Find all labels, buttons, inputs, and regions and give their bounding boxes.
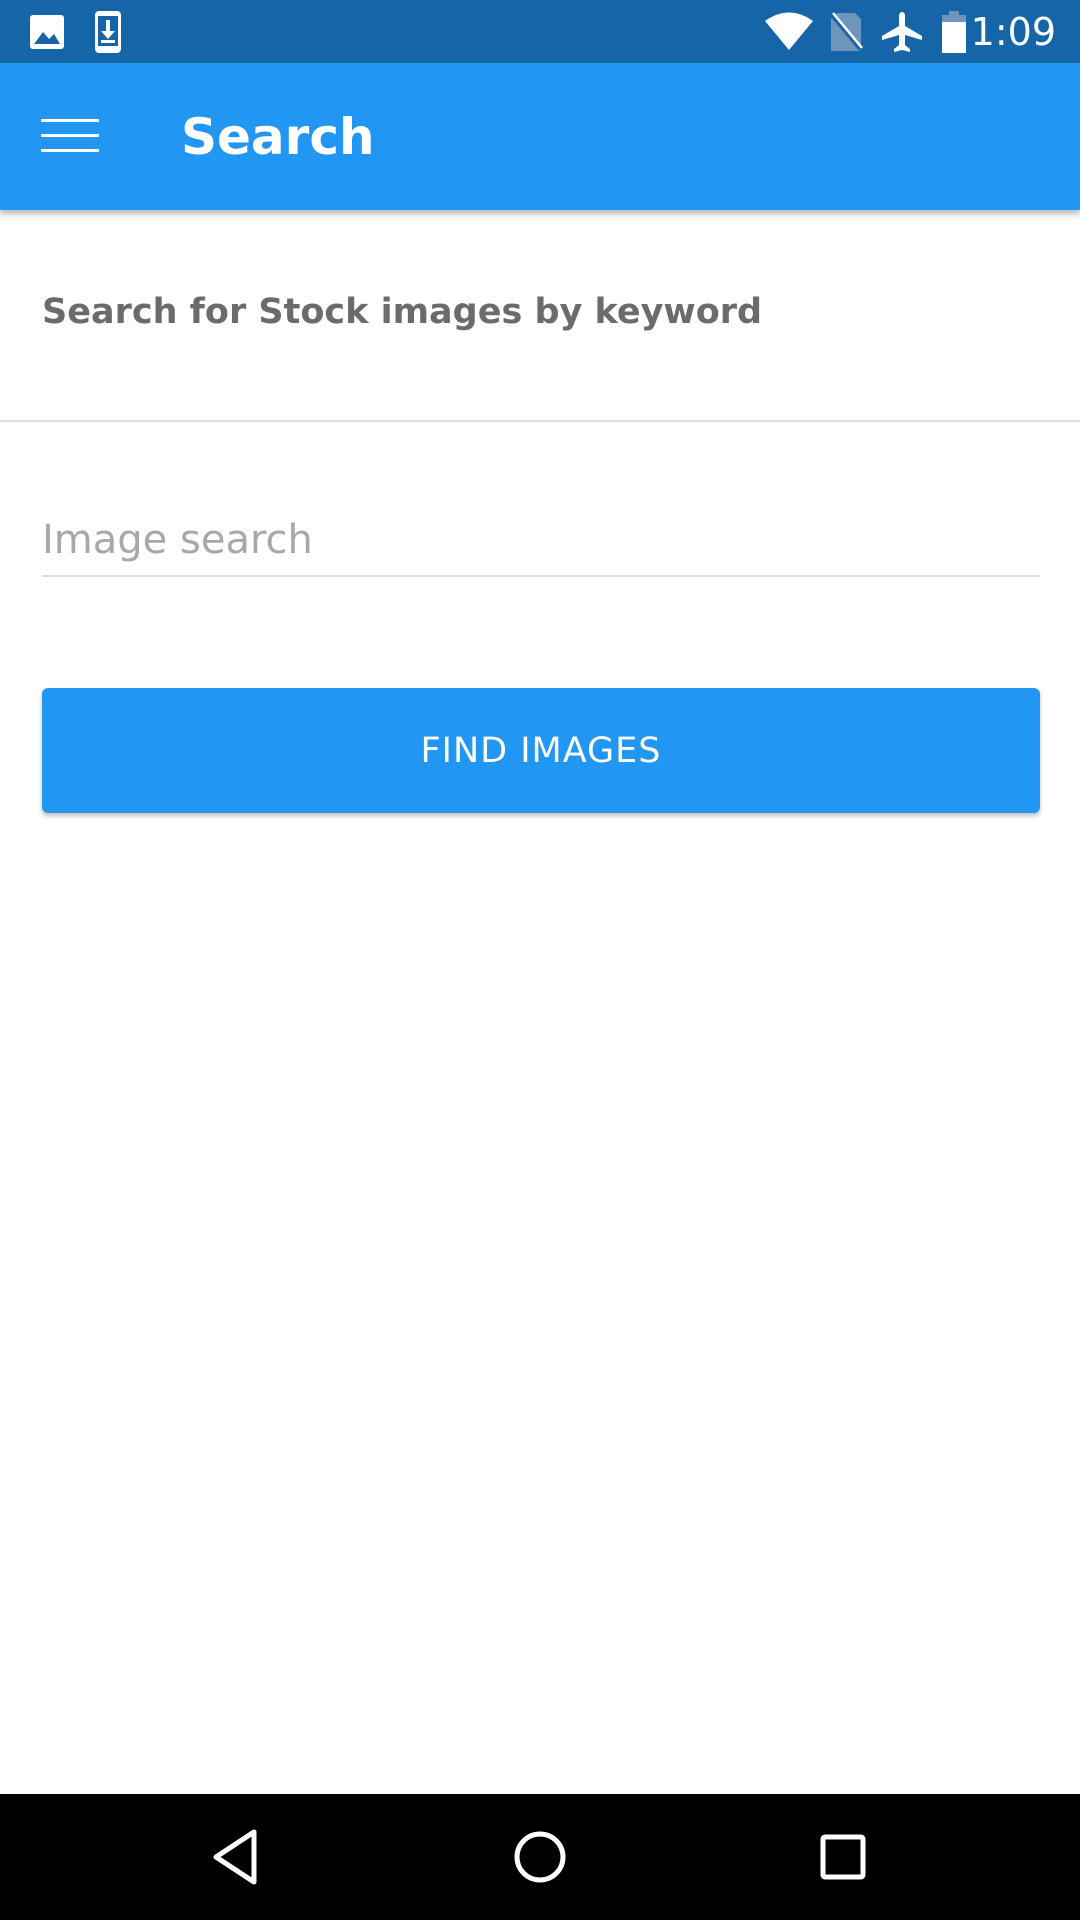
hamburger-menu-icon — [41, 119, 99, 152]
wifi-icon — [764, 12, 814, 57]
back-button[interactable] — [186, 1817, 286, 1897]
status-bar: 1:09 — [0, 0, 1080, 63]
home-button[interactable] — [490, 1817, 590, 1897]
recents-button[interactable] — [793, 1817, 893, 1897]
search-description: Search for Stock images by keyword — [42, 292, 763, 332]
divider — [0, 420, 1080, 422]
menu-button[interactable] — [18, 91, 122, 183]
app-bar: Search — [0, 63, 1080, 210]
no-sim-icon — [829, 12, 863, 57]
image-icon — [28, 13, 66, 56]
airplane-icon — [880, 10, 924, 59]
status-time: 1:09 — [970, 10, 1056, 54]
recents-icon — [820, 1834, 866, 1880]
download-icon — [94, 10, 122, 59]
home-icon — [514, 1831, 566, 1883]
find-images-button[interactable]: FIND IMAGES — [42, 688, 1040, 813]
image-search-input[interactable] — [42, 505, 1040, 577]
page-title: Search — [181, 108, 375, 166]
battery-icon — [941, 10, 967, 59]
navigation-bar — [0, 1794, 1080, 1920]
screen: 1:09 Search Search for Stock images by k… — [0, 0, 1080, 1920]
back-icon — [213, 1829, 257, 1885]
